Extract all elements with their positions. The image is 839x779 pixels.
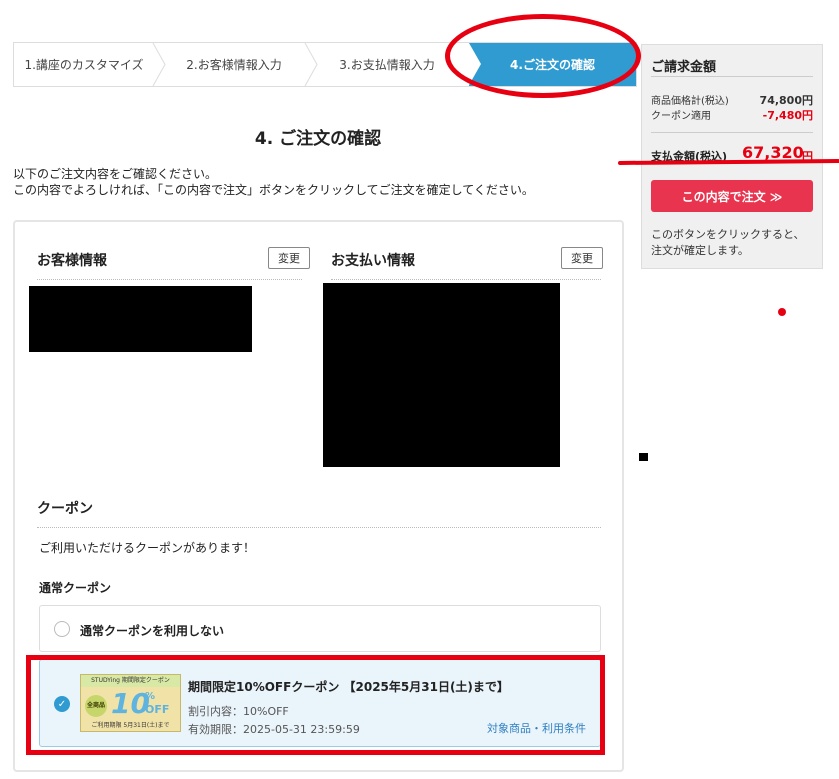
no-coupon-option[interactable]: 通常クーポンを利用しない (39, 605, 601, 652)
coupon-discount-row: クーポン適用 -7,480円 (651, 107, 813, 122)
step-customize: 1.講座のカスタマイズ (24, 58, 144, 72)
billing-summary-panel: ご請求金額 商品価格計(税込) 74,800円 クーポン適用 -7,480円 支… (641, 44, 823, 269)
intro-line-2: この内容でよろしければ、「この内容で注文」ボタンをクリックしてご注文を確定してく… (13, 183, 534, 197)
change-customer-button[interactable]: 変更 (268, 247, 310, 269)
subtotal-label: 商品価格計(税込) (651, 96, 729, 107)
coupon-expiry: 有効期限：2025-05-31 23:59:59 (188, 723, 360, 736)
intro-text: 以下のご注文内容をご確認ください。 この内容でよろしければ、「この内容で注文」ボ… (13, 166, 534, 198)
radio-unselected-icon[interactable] (54, 621, 70, 637)
divider (651, 76, 813, 77)
divider (37, 527, 601, 528)
step-active-notch (469, 43, 481, 85)
coupon-banner-bottom: ご利用期限 5月31日(土)まで (91, 722, 170, 729)
no-coupon-label: 通常クーポンを利用しない (80, 624, 225, 638)
page-title: 4. ご注文の確認 (254, 129, 382, 149)
coupon-option-selected[interactable]: ✓ STUDYing 期間限定クーポン 全商品 10 % OFF ご利用期限 5… (39, 659, 601, 747)
redacted-customer-info (29, 286, 252, 352)
place-order-button[interactable]: この内容で注文 ≫ (651, 180, 813, 212)
coupon-available-note: ご利用いただけるクーポンがあります！ (39, 541, 256, 555)
subtotal-value: 74,800円 (759, 94, 813, 107)
coupon-banner-badge: 全商品 (85, 695, 107, 717)
step-payment-info: 3.お支払情報入力 (339, 58, 435, 72)
change-payment-button[interactable]: 変更 (561, 247, 603, 269)
step-confirm-active: 4.ご注文の確認 (469, 43, 636, 86)
coupon-banner-top: STUDYing 期間限定クーポン (81, 675, 180, 687)
coupon-name: 期間限定10%OFFクーポン 【2025年5月31日(土)まで】 (188, 680, 509, 694)
radio-checked-icon[interactable]: ✓ (54, 696, 70, 712)
coupon-banner-percent: % (145, 691, 156, 702)
coupon-title: クーポン (37, 501, 93, 517)
divider (651, 132, 813, 133)
divider (331, 279, 601, 280)
annotation-dot (778, 308, 786, 316)
coupon-terms-link[interactable]: 対象商品・利用条件 (487, 720, 586, 736)
intro-line-1: 以下のご注文内容をご確認ください。 (13, 167, 218, 181)
billing-title: ご請求金額 (651, 60, 717, 75)
customer-info-title: お客様情報 (37, 253, 107, 269)
order-button-note: このボタンをクリックすると、注文が確定します。 (651, 228, 805, 257)
coupon-banner-off: OFF (145, 703, 170, 716)
coupon-applied-value: -7,480円 (762, 109, 813, 122)
regular-coupon-subtitle: 通常クーポン (39, 581, 112, 595)
coupon-discount: 割引内容：10%OFF (188, 705, 289, 718)
step-customer-info: 2.お客様情報入力 (186, 58, 282, 72)
redacted-payment-info (323, 283, 560, 467)
checkout-steps: 1.講座のカスタマイズ 2.お客様情報入力 3.お支払情報入力 4.ご注文の確認 (13, 42, 637, 87)
order-details-card: お客様情報 変更 お支払い情報 変更 クーポン ご利用いただけるクーポンがありま… (13, 220, 624, 772)
annotation-dot-black (639, 453, 648, 461)
payment-info-title: お支払い情報 (331, 253, 415, 269)
divider (37, 279, 302, 280)
coupon-banner-image: STUDYing 期間限定クーポン 全商品 10 % OFF ご利用期限 5月3… (80, 674, 181, 732)
subtotal-row: 商品価格計(税込) 74,800円 (651, 92, 813, 107)
coupon-applied-label: クーポン適用 (651, 111, 711, 122)
